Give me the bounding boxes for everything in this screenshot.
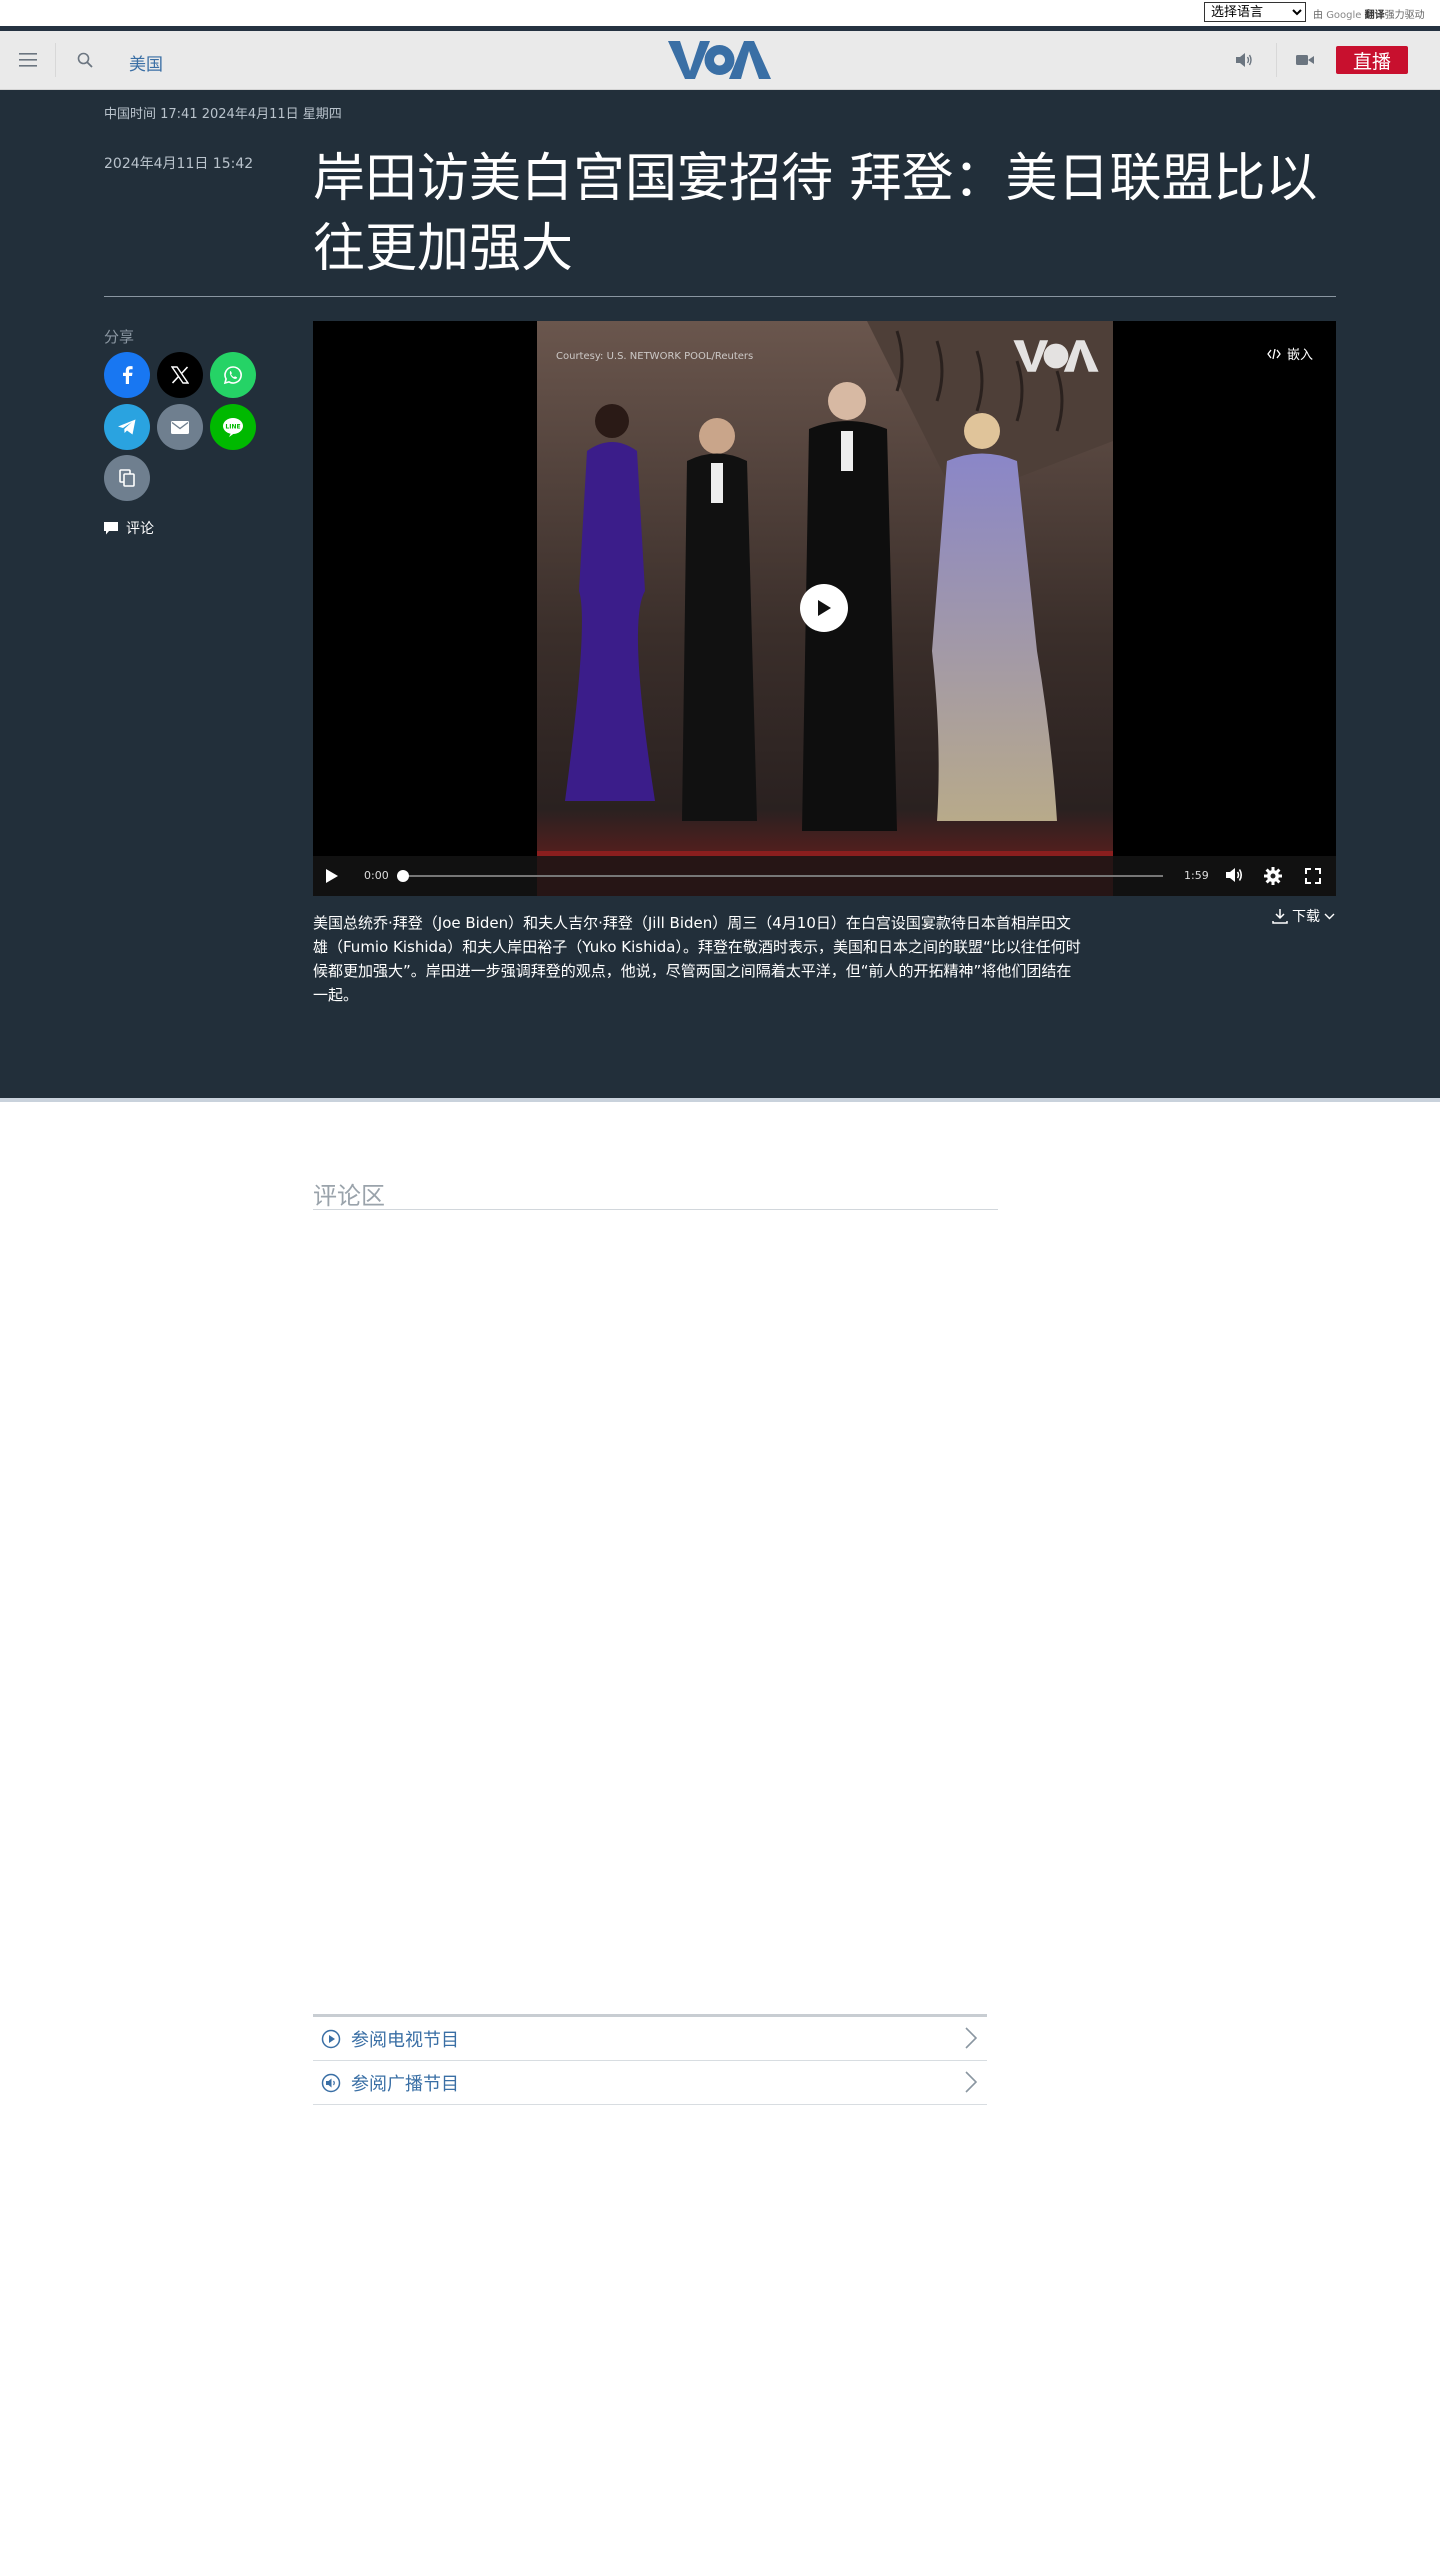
chevron-right-icon <box>965 2071 978 2097</box>
share-whatsapp-button[interactable] <box>210 352 256 398</box>
hero-bottom-border <box>0 1098 1440 1102</box>
chevron-down-icon <box>1324 913 1335 919</box>
video-camera-icon <box>1296 55 1314 65</box>
link-radio-label: 参阅广播节目 <box>351 2073 459 2095</box>
speaker-icon <box>1236 53 1252 67</box>
link-tv-programs[interactable]: 参阅电视节目 <box>313 2017 987 2061</box>
voa-logo-icon <box>668 41 771 79</box>
share-email-button[interactable] <box>157 404 203 450</box>
video-courtesy-text: Courtesy: U.S. NETWORK POOL/Reuters <box>556 351 754 362</box>
line-icon: LINE <box>223 418 243 437</box>
comments-title: 评论区 <box>313 1182 385 1210</box>
search-icon <box>77 52 93 68</box>
progress-knob[interactable] <box>397 870 409 882</box>
powered-suffix: 强力驱动 <box>1384 10 1425 21</box>
svg-text:LINE: LINE <box>225 424 240 431</box>
comments-link[interactable]: 评论 <box>104 518 154 538</box>
link-radio-programs[interactable]: 参阅广播节目 <box>313 2061 987 2105</box>
fullscreen-button[interactable] <box>1305 868 1321 888</box>
video-player[interactable]: Courtesy: U.S. NETWORK POOL/Reuters 嵌入 0… <box>313 321 1336 896</box>
play-circle-icon <box>321 2029 341 2053</box>
page-title: 岸田访美白宫国宴招待 拜登：美日联盟比以往更加强大 <box>313 149 1318 279</box>
progress-track[interactable] <box>401 875 1163 877</box>
duration: 1:59 <box>1184 869 1209 882</box>
china-time: 中国时间 17:41 2024年4月11日 星期四 <box>104 107 342 122</box>
site-header: 美国 直播 <box>0 31 1440 90</box>
download-button[interactable]: 下载 <box>1272 906 1335 926</box>
volume-button[interactable] <box>1226 867 1244 887</box>
menu-button[interactable] <box>13 45 43 75</box>
download-icon <box>1272 909 1288 924</box>
powered-by-google: 由 Google 翻译强力驱动 <box>1313 6 1425 21</box>
embed-label: 嵌入 <box>1287 348 1314 363</box>
voa-watermark-icon <box>1013 340 1099 372</box>
hamburger-icon <box>19 53 37 67</box>
header-divider <box>55 43 56 77</box>
live-button[interactable]: 直播 <box>1336 46 1408 74</box>
video-watermark <box>1013 337 1099 379</box>
big-play-button[interactable] <box>800 584 848 632</box>
header-divider <box>1276 43 1277 77</box>
publish-date: 2024年4月11日 15:42 <box>104 156 254 172</box>
play-icon <box>818 600 831 616</box>
copy-icon <box>119 469 135 487</box>
video-button[interactable] <box>1290 45 1320 75</box>
comments-divider <box>313 1209 998 1210</box>
search-button[interactable] <box>70 45 100 75</box>
google-logo-text: Google <box>1326 10 1362 21</box>
settings-button[interactable] <box>1264 867 1282 889</box>
play-button[interactable] <box>325 868 339 888</box>
facebook-icon <box>123 366 133 384</box>
x-icon <box>171 366 189 384</box>
audio-button[interactable] <box>1230 45 1260 75</box>
video-caption: 美国总统乔·拜登（Joe Biden）和夫人吉尔·拜登（Jill Biden）周… <box>313 914 1081 1004</box>
share-line-button[interactable]: LINE <box>210 404 256 450</box>
telegram-icon <box>118 419 136 435</box>
link-tv-label: 参阅电视节目 <box>351 2029 459 2051</box>
powered-prefix: 由 <box>1313 10 1323 21</box>
copy-link-button[interactable] <box>104 455 150 501</box>
share-facebook-button[interactable] <box>104 352 150 398</box>
current-time: 0:00 <box>364 869 389 882</box>
gear-icon <box>1264 867 1282 885</box>
chevron-right-icon <box>965 2027 978 2053</box>
voa-logo[interactable] <box>668 37 771 83</box>
download-label: 下载 <box>1292 909 1320 925</box>
program-links: 参阅电视节目 参阅广播节目 <box>313 2014 987 2105</box>
whatsapp-icon <box>223 366 242 385</box>
play-icon <box>326 869 338 883</box>
share-label: 分享 <box>104 328 135 346</box>
envelope-icon <box>171 420 189 434</box>
embed-button[interactable]: 嵌入 <box>1267 344 1313 363</box>
comments-link-label: 评论 <box>126 521 154 537</box>
fullscreen-icon <box>1305 868 1321 884</box>
section-link-us[interactable]: 美国 <box>129 50 163 75</box>
language-select[interactable]: 选择语言 <box>1204 2 1306 22</box>
comment-icon <box>104 521 118 534</box>
headline-divider <box>104 296 1336 297</box>
volume-icon <box>1226 868 1243 882</box>
share-telegram-button[interactable] <box>104 404 150 450</box>
translate-word: 翻译 <box>1364 10 1385 21</box>
translate-bar: 选择语言 由 Google 翻译强力驱动 <box>0 0 1440 26</box>
share-x-button[interactable] <box>157 352 203 398</box>
speaker-circle-icon <box>321 2073 341 2097</box>
video-controls: 0:00 1:59 <box>313 856 1336 896</box>
code-icon <box>1267 348 1281 359</box>
